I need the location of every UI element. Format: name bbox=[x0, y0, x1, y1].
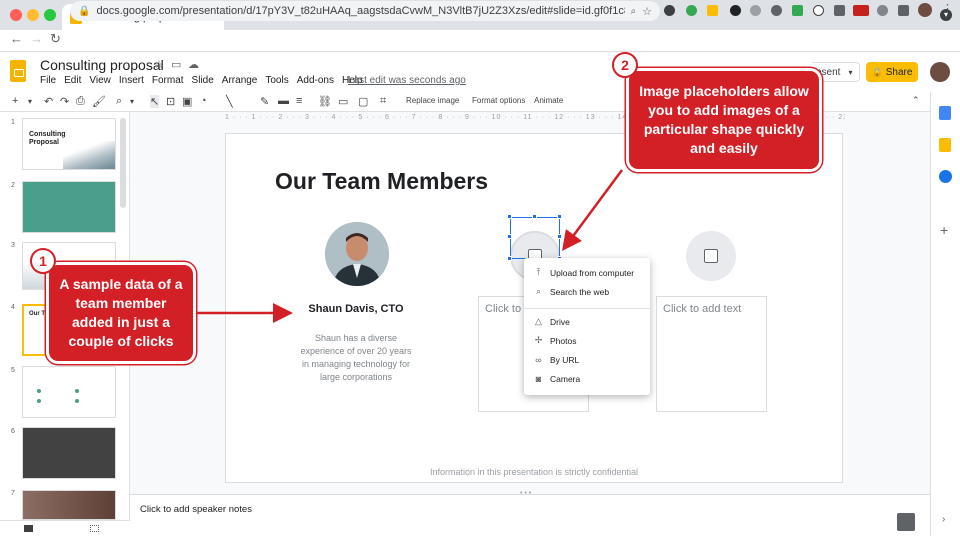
callout-text: Image placeholders allow you to add imag… bbox=[639, 83, 809, 156]
callout-text: A sample data of a team member added in … bbox=[59, 276, 183, 349]
annotation-callout-1: A sample data of a team member added in … bbox=[46, 262, 196, 364]
annotation-callout-2: Image placeholders allow you to add imag… bbox=[626, 68, 822, 172]
annotation-badge-2: 2 bbox=[612, 52, 638, 78]
annotation-badge-1: 1 bbox=[30, 248, 56, 274]
annotation-arrow-2 bbox=[562, 169, 624, 252]
